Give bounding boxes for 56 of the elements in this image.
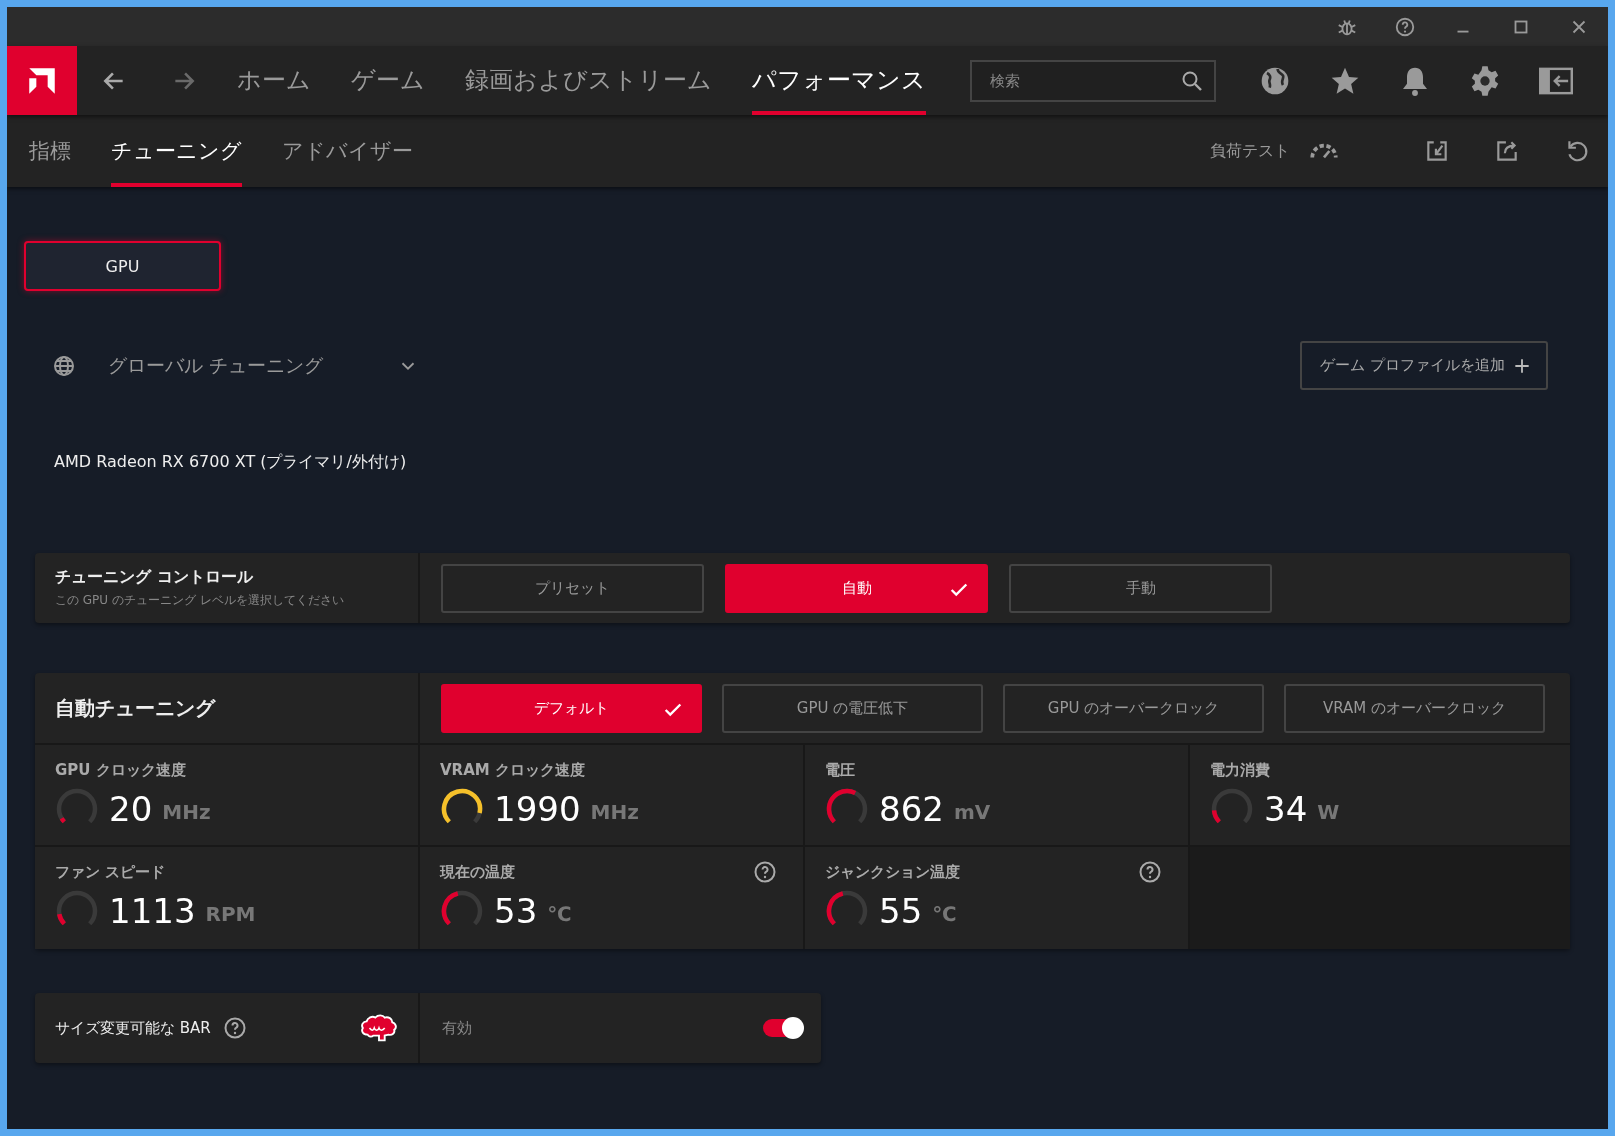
metric-unit: MHz (590, 800, 639, 824)
help-icon[interactable] (1394, 15, 1416, 38)
metric-label: 電圧 (825, 760, 855, 780)
brain-icon (360, 1013, 398, 1043)
sub-tab[interactable]: チューニング (111, 115, 242, 187)
metric-value: 1990 (494, 789, 581, 829)
metric-unit: ℃ (547, 902, 572, 926)
import-icon[interactable] (1424, 138, 1450, 164)
metric-value: 53 (494, 891, 538, 931)
tuning-option[interactable]: 自動 (725, 563, 988, 613)
add-profile-button[interactable]: ゲーム プロファイルを追加 (1300, 341, 1548, 390)
search-field[interactable]: 検索 (970, 59, 1216, 102)
metric-unit: W (1317, 800, 1340, 824)
sub-tab[interactable]: アドバイザー (282, 115, 413, 187)
device-tab[interactable]: GPU (24, 241, 221, 291)
metric-label: 電力消費 (1210, 760, 1270, 780)
nav-tab[interactable]: ホーム (237, 46, 311, 115)
logo[interactable] (7, 46, 77, 115)
metric-label: 現在の温度 (440, 862, 515, 882)
metric-label: GPU クロック速度 (55, 760, 186, 780)
auto-tuning-option[interactable]: VRAM のオーバークロック (1284, 683, 1545, 733)
help-icon[interactable] (222, 1016, 247, 1040)
metric-value: 55 (879, 891, 923, 931)
metric-value: 862 (879, 789, 944, 829)
auto-tuning-option[interactable]: デフォルト (441, 683, 702, 733)
metric-unit: mV (953, 800, 991, 824)
profile-dropdown[interactable]: グローバル チューニング (52, 352, 420, 379)
stress-test-button[interactable]: 負荷テスト (1210, 140, 1340, 162)
sub-tab[interactable]: 指標 (29, 115, 71, 187)
nav-tab[interactable]: 録画およびストリーム (465, 46, 712, 115)
section-title: チューニング コントロール (55, 567, 254, 588)
metric-unit: ℃ (932, 902, 957, 926)
setting-label: サイズ変更可能な BAR (55, 1018, 211, 1038)
metric-value: 20 (109, 789, 153, 829)
settings-icon[interactable] (1469, 64, 1501, 97)
device-name: AMD Radeon RX 6700 XT (プライマリ/外付け) (54, 452, 408, 473)
globe-icon (52, 353, 76, 378)
metric-unit: MHz (162, 800, 211, 824)
auto-tuning-option[interactable]: GPU のオーバークロック (1003, 683, 1264, 733)
help-icon[interactable] (1138, 860, 1162, 884)
metric-value: 34 (1264, 789, 1308, 829)
setting-status: 有効 (442, 1018, 472, 1038)
nav-tab[interactable]: ゲーム (351, 46, 425, 115)
toggle-switch[interactable] (763, 1019, 803, 1037)
auto-tuning-option[interactable]: GPU の電圧低下 (722, 683, 983, 733)
metric-label: VRAM クロック速度 (440, 760, 585, 780)
metric-value: 1113 (109, 891, 196, 931)
tuning-option[interactable]: 手動 (1009, 563, 1272, 613)
export-icon[interactable] (1494, 138, 1520, 164)
metric-unit: RPM (205, 902, 256, 926)
tuning-option[interactable]: プリセット (441, 563, 704, 613)
help-icon[interactable] (753, 860, 777, 884)
metric-label: ファン スピード (55, 862, 166, 882)
section-subtitle: この GPU のチューニング レベルを選択してください (55, 592, 345, 609)
section-title: 自動チューニング (55, 694, 217, 722)
metric-label: ジャンクション温度 (825, 862, 960, 882)
